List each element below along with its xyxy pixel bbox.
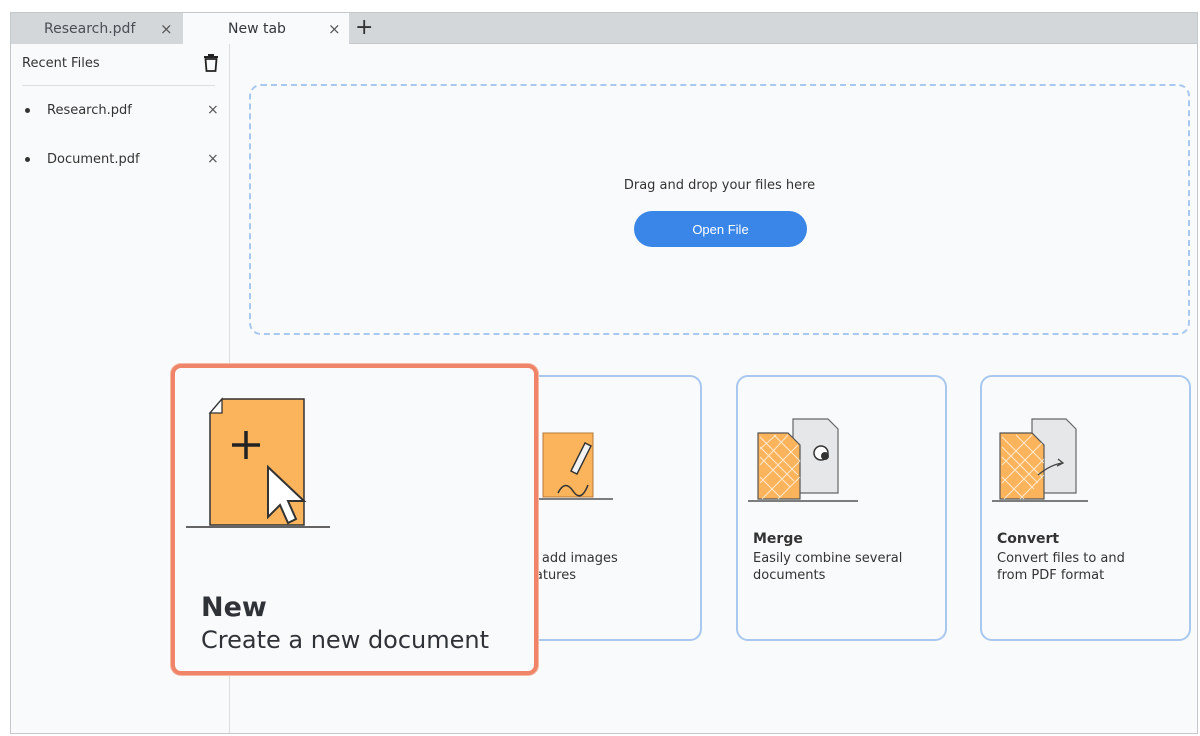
convert-card[interactable]: Convert Convert files to and from PDF fo… <box>980 375 1191 641</box>
drop-zone-text: Drag and drop your files here <box>623 178 816 193</box>
desc-line: from PDF format <box>997 568 1105 583</box>
new-document-card[interactable]: New Create a new document <box>171 364 538 675</box>
merge-card-description: Easily combine several documents <box>753 550 938 584</box>
divider <box>22 85 215 86</box>
new-card-description: Create a new document <box>201 626 490 654</box>
convert-card-description: Convert files to and from PDF format <box>997 550 1182 584</box>
recent-files-heading: Recent Files <box>22 56 100 71</box>
convert-document-icon <box>992 418 1088 502</box>
merge-card[interactable]: Merge Easily combine several documents <box>736 375 947 641</box>
merge-documents-icon <box>748 418 858 502</box>
desc-line: Convert files to and <box>997 551 1125 566</box>
app-window: Research.pdf × New tab × + Recent Files … <box>10 12 1198 734</box>
desc-line: Easily combine several <box>753 551 903 566</box>
remove-file-icon[interactable]: × <box>207 151 219 167</box>
merge-card-title: Merge <box>753 531 803 547</box>
recent-file-item[interactable]: Research.pdf × <box>22 99 222 121</box>
remove-file-icon[interactable]: × <box>207 102 219 118</box>
recent-file-label: Research.pdf <box>47 102 132 118</box>
new-card-title: New <box>201 592 267 623</box>
tab-bar: Research.pdf × New tab × + <box>11 13 1197 45</box>
bullet <box>25 107 30 113</box>
trash-icon[interactable] <box>204 54 218 72</box>
bullet <box>25 156 30 162</box>
recent-file-item[interactable]: Document.pdf × <box>22 148 222 170</box>
close-tab-icon[interactable]: × <box>160 20 173 38</box>
recent-file-label: Document.pdf <box>47 151 140 167</box>
tab-new-tab[interactable]: New tab × <box>183 13 349 45</box>
desc-line: documents <box>753 568 826 583</box>
close-tab-icon[interactable]: × <box>328 20 341 38</box>
tab-label: New tab <box>228 21 286 37</box>
new-tab-plus-icon[interactable]: + <box>355 16 373 40</box>
tab-label: Research.pdf <box>44 20 136 37</box>
new-document-icon <box>186 397 330 528</box>
convert-card-title: Convert <box>997 531 1060 547</box>
tab-research-pdf[interactable]: Research.pdf × <box>11 13 183 44</box>
file-drop-zone[interactable]: Drag and drop your files here Open File <box>249 84 1190 335</box>
open-file-button[interactable]: Open File <box>634 211 807 247</box>
